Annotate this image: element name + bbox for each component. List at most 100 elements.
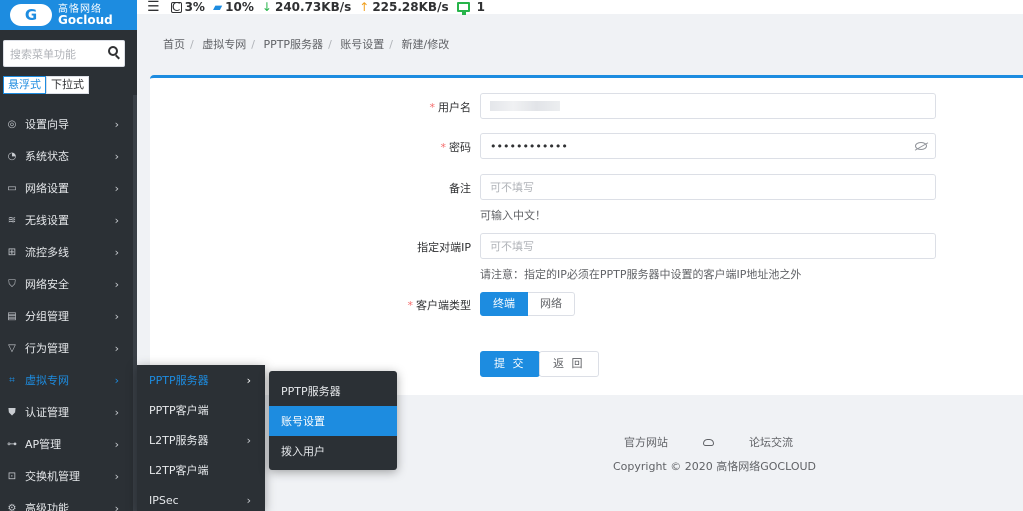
cpu-usage: C 3% (170, 0, 205, 14)
submenu-item-l2tp-client[interactable]: L2TP客户端 (137, 455, 265, 485)
monitor-icon (456, 2, 470, 15)
sidebar-item-system-status[interactable]: ◔ 系统状态 › (0, 140, 133, 172)
peer-ip-input[interactable]: 可不填写 (480, 233, 936, 259)
username-label-text: 用户名 (438, 101, 471, 114)
remark-input[interactable]: 可不填写 (480, 174, 936, 200)
mode-dropdown-button[interactable]: 下拉式 (46, 76, 89, 94)
client-type-network[interactable]: 网络 (528, 292, 575, 316)
submenu-item-pptp-server[interactable]: PPTP服务器 › (137, 365, 265, 395)
compass-icon: ◎ (7, 118, 17, 130)
submenu-item-pptp-client[interactable]: PPTP客户端 (137, 395, 265, 425)
sidebar-item-advanced[interactable]: ⚙ 高级功能 › (0, 492, 133, 511)
cpu-value: 3% (184, 0, 205, 14)
breadcrumb-home[interactable]: 首页 (163, 38, 185, 51)
memory-usage: ▰ 10% (213, 0, 254, 14)
switch-icon: ⊡ (7, 470, 17, 482)
chevron-right-icon: › (246, 373, 251, 387)
remark-label: 备注 (449, 182, 471, 195)
account-form-panel: * 用户名 * 密码 •••••••••••• 备注 可不填写 可输入中文！ 指定对… (150, 75, 1023, 395)
memory-icon: ▰ (212, 0, 223, 14)
mode-float-button[interactable]: 悬浮式 (3, 76, 46, 94)
username-label: * 用户名 (429, 101, 472, 114)
forum-link[interactable]: 论坛交流 (749, 434, 793, 450)
submenu-item-label: IPSec (149, 493, 179, 507)
dashboard-icon: ◔ (7, 150, 17, 162)
password-label: * 密码 (440, 141, 472, 154)
chevron-right-icon: › (114, 406, 119, 419)
client-type-label-text: 客户端类型 (416, 299, 471, 312)
footer-links: 官方网站 论坛交流 (624, 434, 793, 450)
submenu-item-label: PPTP客户端 (149, 404, 209, 417)
sidebar-item-flow-control[interactable]: ⊞ 流控多线 › (0, 236, 133, 268)
client-type-label: * 客户端类型 (407, 299, 472, 312)
chevron-right-icon: › (114, 470, 119, 483)
official-site-link[interactable]: 官方网站 (624, 434, 668, 450)
sidebar-item-wireless[interactable]: ≋ 无线设置 › (0, 204, 133, 236)
chevron-right-icon: › (114, 342, 119, 355)
breadcrumb-pptp-server[interactable]: PPTP服务器 (263, 38, 323, 51)
chevron-right-icon: › (246, 433, 251, 447)
submenu-item-label: PPTP服务器 (149, 374, 209, 387)
logo[interactable]: G 高恪网络 Gocloud (0, 0, 137, 30)
chevron-right-icon: › (114, 246, 119, 259)
sidebar-item-label: 网络设置 (25, 182, 69, 195)
sidebar-item-network-security[interactable]: ⛉ 网络安全 › (0, 268, 133, 300)
redacted-username (490, 101, 560, 111)
chevron-right-icon: › (114, 118, 119, 131)
sidebar-item-network-settings[interactable]: ▭ 网络设置 › (0, 172, 133, 204)
peer-ip-hint: 请注意：指定的IP必须在PPTP服务器中设置的客户端IP地址池之外 (480, 268, 802, 281)
arrow-down-icon: ↓ (261, 0, 272, 14)
download-speed: ↓ 240.73KB/s (262, 0, 351, 14)
search-icon[interactable] (108, 46, 118, 56)
client-type-terminal[interactable]: 终端 (480, 292, 528, 316)
chevron-right-icon: › (114, 214, 119, 227)
submit-button[interactable]: 提 交 (480, 351, 540, 377)
download-value: 240.73KB/s (274, 0, 352, 14)
submenu-item-l2tp-server[interactable]: L2TP服务器 › (137, 425, 265, 455)
monitor-icon: ▭ (7, 182, 17, 194)
online-clients[interactable]: 1 (456, 0, 485, 15)
funnel-icon: ▽ (8, 342, 16, 354)
menu-search-input[interactable]: 搜索菜单功能 (3, 40, 125, 67)
menu-toggle-icon[interactable]: ☰ (147, 0, 160, 15)
sitemap-icon: ⊶ (7, 438, 17, 450)
chevron-right-icon: › (246, 493, 251, 507)
sidebar-item-label: 交换机管理 (25, 470, 80, 483)
sidebar-item-vpn[interactable]: ⌗ 虚拟专网 › (0, 364, 133, 396)
submenu-item-dial-in-users[interactable]: 拨入用户 (269, 436, 397, 466)
sidebar-item-setup-wizard[interactable]: ◎ 设置向导 › (0, 108, 133, 140)
sidebar-item-ap-management[interactable]: ⊶ AP管理 › (0, 428, 133, 460)
password-label-text: 密码 (449, 141, 471, 154)
sidebar-item-auth-management[interactable]: ⛊ 认证管理 › (0, 396, 133, 428)
breadcrumb-account-settings[interactable]: 账号设置 (340, 38, 384, 51)
arrow-up-icon: ↑ (359, 0, 370, 14)
sidebar-nav: ◎ 设置向导 › ◔ 系统状态 › ▭ 网络设置 › ≋ 无线设置 › ⊞ 流控多线 › ⛉ 网络安全… (0, 108, 133, 511)
breadcrumb-vpn[interactable]: 虚拟专网 (202, 38, 246, 51)
cloud-icon (703, 438, 714, 446)
remark-hint: 可输入中文！ (480, 209, 546, 222)
check-shield-icon: ⛊ (8, 406, 16, 418)
password-value: •••••••••••• (490, 139, 568, 153)
submenu-item-label: L2TP服务器 (149, 434, 209, 447)
pptp-server-submenu: PPTP服务器 账号设置 拨入用户 (269, 371, 397, 470)
clients-value: 1 (476, 0, 485, 14)
password-input[interactable]: •••••••••••• (480, 133, 936, 159)
submenu-item-ipsec[interactable]: IPSec › (137, 485, 265, 511)
memory-value: 10% (225, 0, 254, 14)
submenu-item-label: L2TP客户端 (149, 464, 209, 477)
upload-value: 225.28KB/s (372, 0, 449, 14)
submenu-item-pptp-server-main[interactable]: PPTP服务器 (269, 376, 397, 406)
username-input[interactable] (480, 93, 936, 119)
back-button[interactable]: 返 回 (539, 351, 599, 377)
sidebar-item-label: 高级功能 (25, 502, 69, 511)
sidebar-item-switch-management[interactable]: ⊡ 交换机管理 › (0, 460, 133, 492)
top-status-bar: ☰ C 3% ▰ 10% ↓ 240.73KB/s ↑ 225.28KB/s 1 (137, 0, 1023, 15)
chevron-right-icon: › (114, 182, 119, 195)
eye-hidden-icon[interactable] (915, 142, 927, 150)
chevron-right-icon: › (114, 502, 119, 511)
sidebar-item-label: 网络安全 (25, 278, 69, 291)
sidebar-item-group-management[interactable]: ▤ 分组管理 › (0, 300, 133, 332)
sidebar-item-behavior-management[interactable]: ▽ 行为管理 › (0, 332, 133, 364)
submenu-item-account-settings[interactable]: 账号设置 (269, 406, 397, 436)
breadcrumb-current: 新建/修改 (401, 38, 450, 51)
